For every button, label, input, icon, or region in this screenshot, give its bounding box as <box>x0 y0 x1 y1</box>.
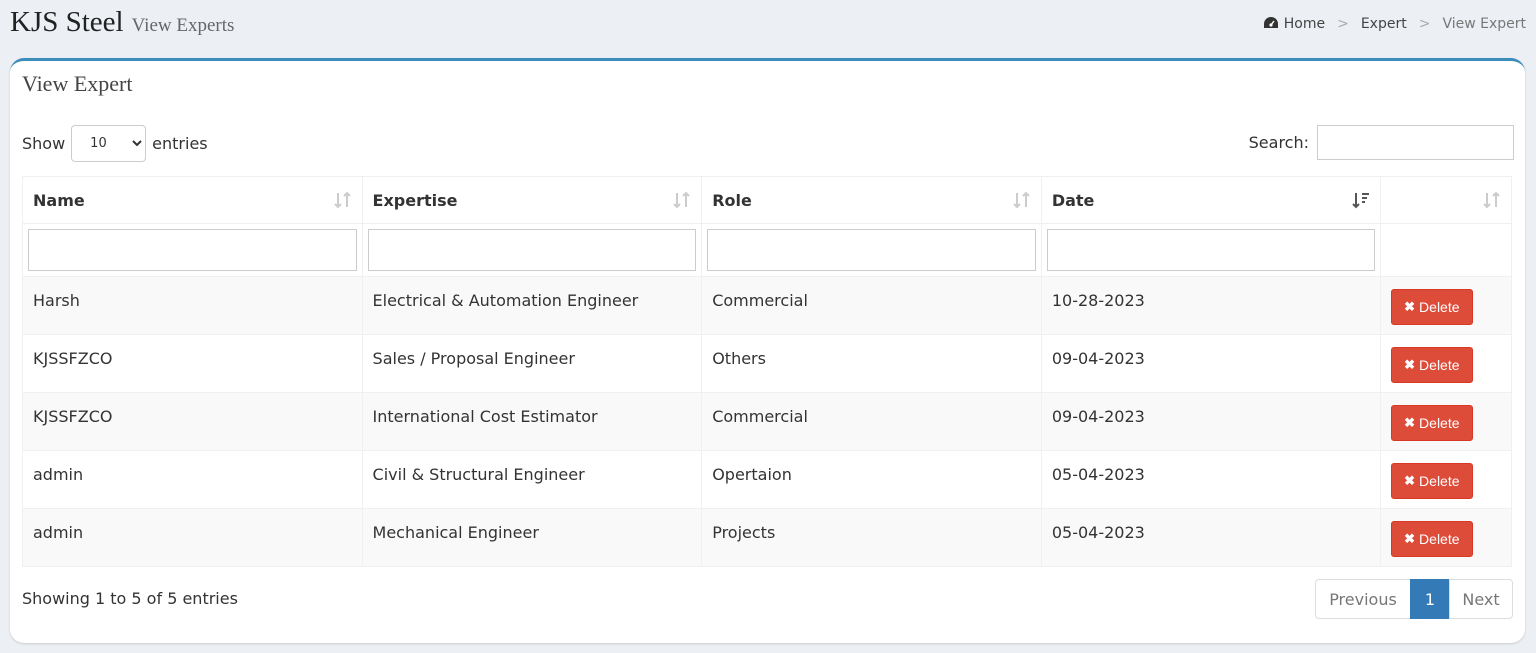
cell-expertise: Sales / Proposal Engineer <box>361 334 703 393</box>
cell-date: 09-04-2023 <box>1040 334 1382 393</box>
next-page-button[interactable]: Next <box>1449 579 1513 619</box>
entries-label: entries <box>152 134 208 153</box>
table-header-row: Name Expertise Role Date <box>22 176 1512 224</box>
brand-name: KJS Steel <box>10 6 124 38</box>
entries-select[interactable]: 10 <box>71 125 147 162</box>
filter-cell <box>1040 223 1382 277</box>
cell-date: 09-04-2023 <box>1040 392 1382 451</box>
delete-button[interactable]: ✖ Delete <box>1391 463 1473 499</box>
breadcrumb-current: View Expert <box>1442 16 1526 32</box>
delete-button[interactable]: ✖ Delete <box>1391 405 1473 441</box>
cell-action: ✖ Delete <box>1380 392 1512 451</box>
column-header-date[interactable]: Date <box>1040 176 1382 224</box>
column-header-name[interactable]: Name <box>22 176 363 224</box>
times-icon: ✖ <box>1404 415 1416 430</box>
breadcrumb-separator: > <box>1337 16 1349 32</box>
cell-role: Projects <box>701 508 1042 567</box>
breadcrumb-separator: > <box>1418 16 1431 32</box>
sort-icon <box>333 191 351 209</box>
cell-name: Harsh <box>22 276 363 335</box>
filter-role-input[interactable] <box>707 229 1036 271</box>
sort-desc-icon <box>1352 193 1370 209</box>
cell-role: Commercial <box>701 276 1042 335</box>
pagination: Previous 1 Next <box>1315 579 1513 619</box>
table-row: KJSSFZCO Sales / Proposal Engineer Other… <box>22 334 1512 393</box>
times-icon: ✖ <box>1404 531 1416 546</box>
filter-cell <box>1380 223 1512 277</box>
filter-date-input[interactable] <box>1046 229 1376 271</box>
cell-role: Commercial <box>701 392 1042 451</box>
table-row: admin Mechanical Engineer Projects 05-04… <box>22 508 1512 567</box>
cell-expertise: International Cost Estimator <box>361 392 703 451</box>
cell-name: admin <box>22 450 363 509</box>
page-subtitle: View Experts <box>131 15 235 36</box>
breadcrumb: Home > Expert > View Expert <box>1263 16 1526 32</box>
breadcrumb-expert[interactable]: Expert <box>1361 16 1407 32</box>
expert-box: View Expert Show 10 entries Search: Name… <box>10 58 1525 643</box>
delete-button[interactable]: ✖ Delete <box>1391 289 1473 325</box>
sort-icon <box>1483 191 1500 209</box>
content-header: KJS Steel View Experts Home > Expert > Vi… <box>10 2 1526 46</box>
cell-expertise: Mechanical Engineer <box>361 508 703 567</box>
cell-action: ✖ Delete <box>1380 508 1512 567</box>
filter-cell <box>701 223 1042 277</box>
table-row: KJSSFZCO International Cost Estimator Co… <box>22 392 1512 451</box>
times-icon: ✖ <box>1404 473 1416 488</box>
filter-cell <box>361 223 703 277</box>
delete-button[interactable]: ✖ Delete <box>1391 347 1473 383</box>
filter-cell <box>22 223 363 277</box>
table-info: Showing 1 to 5 of 5 entries <box>22 589 238 608</box>
cell-date: 10-28-2023 <box>1040 276 1382 335</box>
breadcrumb-home[interactable]: Home <box>1263 16 1325 32</box>
page-title: KJS Steel View Experts <box>10 6 234 39</box>
search-input[interactable] <box>1317 125 1514 160</box>
box-title: View Expert <box>22 71 133 96</box>
cell-expertise: Civil & Structural Engineer <box>361 450 703 509</box>
show-label: Show <box>22 134 66 153</box>
cell-role: Others <box>701 334 1042 393</box>
filter-name-input[interactable] <box>28 229 357 271</box>
column-header-role[interactable]: Role <box>701 176 1042 224</box>
cell-action: ✖ Delete <box>1380 276 1512 335</box>
sort-icon <box>673 191 690 209</box>
column-header-expertise[interactable]: Expertise <box>361 176 703 224</box>
cell-action: ✖ Delete <box>1380 334 1512 393</box>
search-label: Search: <box>1248 133 1309 152</box>
cell-role: Opertaion <box>701 450 1042 509</box>
previous-page-button[interactable]: Previous <box>1315 579 1411 619</box>
times-icon: ✖ <box>1404 299 1416 314</box>
cell-name: admin <box>22 508 363 567</box>
experts-table: Name Expertise Role Date Harsh Electrica… <box>22 176 1512 567</box>
cell-date: 05-04-2023 <box>1040 450 1382 509</box>
table-row: admin Civil & Structural Engineer Operta… <box>22 450 1512 509</box>
table-body: Harsh Electrical & Automation Engineer C… <box>22 276 1512 567</box>
page-1-button[interactable]: 1 <box>1410 579 1450 619</box>
sort-icon <box>1013 191 1030 209</box>
entries-length: Show 10 entries <box>22 125 208 162</box>
filter-expertise-input[interactable] <box>367 229 697 271</box>
table-row: Harsh Electrical & Automation Engineer C… <box>22 276 1512 335</box>
cell-name: KJSSFZCO <box>22 334 363 393</box>
column-header-actions[interactable] <box>1380 176 1512 224</box>
times-icon: ✖ <box>1404 357 1416 372</box>
filter-row <box>22 223 1512 277</box>
dashboard-icon <box>1264 17 1279 28</box>
delete-button[interactable]: ✖ Delete <box>1391 521 1473 557</box>
table-search: Search: <box>1249 125 1514 160</box>
cell-action: ✖ Delete <box>1380 450 1512 509</box>
cell-name: KJSSFZCO <box>22 392 363 451</box>
cell-date: 05-04-2023 <box>1040 508 1382 567</box>
cell-expertise: Electrical & Automation Engineer <box>361 276 703 335</box>
